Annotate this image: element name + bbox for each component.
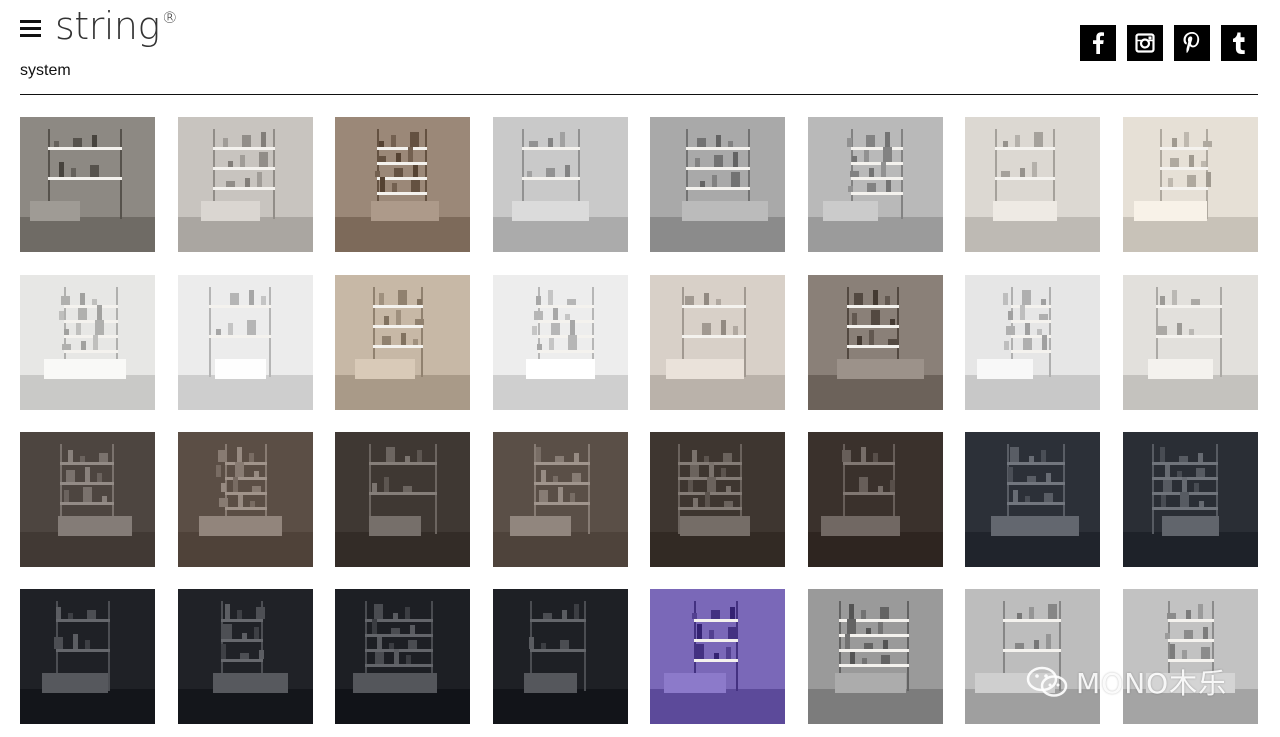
gallery-tile-black-shelves-hooks[interactable] [493, 589, 628, 724]
gallery-photo [808, 432, 943, 567]
logo-text: string [55, 4, 160, 48]
gallery-photo [20, 589, 155, 724]
gallery-photo [965, 117, 1100, 252]
gallery-photo [965, 432, 1100, 567]
tumblr-icon [1233, 32, 1245, 54]
gallery-photo [335, 117, 470, 252]
instagram-icon [1135, 33, 1155, 53]
gallery-tile-navy-wall-plant[interactable] [965, 432, 1100, 567]
instagram-button[interactable] [1127, 25, 1163, 61]
gallery-photo [335, 432, 470, 567]
gallery-photo [808, 589, 943, 724]
gallery-tile-kitchen-pegboard-pans[interactable] [493, 117, 628, 252]
gallery-tile-purple-wall-bike[interactable] [650, 589, 785, 724]
gallery-photo [178, 589, 313, 724]
gallery-tile-lamp-concrete-wall-2[interactable] [1123, 589, 1258, 724]
gallery-tile-drawer-leather-tray[interactable] [965, 275, 1100, 410]
facebook-icon [1093, 32, 1104, 54]
gallery-tile-white-cabinet-vases[interactable] [178, 432, 313, 567]
gallery-tile-desk-chair-dark[interactable] [650, 432, 785, 567]
header-divider [20, 94, 1258, 95]
gallery-tile-animal-figurines[interactable] [1123, 275, 1258, 410]
gallery-tile-dark-cabinet-books[interactable] [335, 117, 470, 252]
gallery-tile-white-hallway-chair[interactable] [20, 275, 155, 410]
gallery-tile-black-wall-shelves[interactable] [20, 589, 155, 724]
gallery-tile-black-shelves-boxes[interactable] [335, 589, 470, 724]
page-subtitle: system [20, 62, 71, 79]
gallery-photo [965, 589, 1100, 724]
gallery-tile-red-stool-shelves[interactable] [650, 275, 785, 410]
gallery-tile-black-tools-closeup[interactable] [178, 589, 313, 724]
gallery-tile-pots-closeup[interactable] [650, 117, 785, 252]
gallery-photo [808, 117, 943, 252]
gallery-photo [1123, 117, 1258, 252]
gallery-photo [493, 432, 628, 567]
gallery-tile-dark-wall-white-shelves[interactable] [20, 432, 155, 567]
gallery-photo [20, 432, 155, 567]
gallery-photo [1123, 432, 1258, 567]
gallery-photo [965, 275, 1100, 410]
gallery-tile-living-shelves-clock[interactable] [493, 432, 628, 567]
gallery-photo [650, 117, 785, 252]
gallery-photo [493, 275, 628, 410]
gallery-tile-jars-on-cabinet[interactable] [808, 432, 943, 567]
gallery-tile-wardrobe-clothes[interactable] [178, 275, 313, 410]
gallery-photo [493, 117, 628, 252]
gallery-photo [335, 589, 470, 724]
gallery-tile-white-desk-shelf[interactable] [965, 117, 1100, 252]
gallery-tile-pots-pegboard-spatula[interactable] [808, 117, 943, 252]
gallery-photo [178, 432, 313, 567]
gallery-photo [20, 117, 155, 252]
registered-mark: ® [161, 8, 178, 27]
pinterest-icon [1183, 32, 1200, 54]
gallery-tile-ceramic-vases-dark[interactable] [335, 432, 470, 567]
gallery-photo [650, 432, 785, 567]
gallery-tile-lamp-concrete-wall[interactable] [965, 589, 1100, 724]
site-header: string ® system [0, 0, 1280, 96]
gallery-tile-industrial-window-brick[interactable] [808, 275, 943, 410]
gallery-photo [20, 275, 155, 410]
gallery-photo [1123, 275, 1258, 410]
gallery-tile-concrete-bike-shelves[interactable] [808, 589, 943, 724]
gallery-tile-loft-windows-low-cabinets[interactable] [20, 117, 155, 252]
hamburger-menu-icon[interactable] [20, 20, 41, 37]
site-logo[interactable]: string ® [55, 4, 178, 48]
gallery-tile-navy-desk-magazine[interactable] [1123, 432, 1258, 567]
facebook-button[interactable] [1080, 25, 1116, 61]
gallery-photo [178, 117, 313, 252]
gallery-photo [493, 589, 628, 724]
gallery-photo [650, 589, 785, 724]
gallery-tile-kids-room-shelves[interactable] [1123, 117, 1258, 252]
gallery-tile-window-shelf-books[interactable] [178, 117, 313, 252]
gallery-tile-shoe-shelf-bag[interactable] [335, 275, 470, 410]
gallery-photo [178, 275, 313, 410]
gallery-photo [650, 275, 785, 410]
gallery-photo [808, 275, 943, 410]
gallery-tile-wardrobe-bag-coat[interactable] [493, 275, 628, 410]
gallery-photo [1123, 589, 1258, 724]
pinterest-button[interactable] [1174, 25, 1210, 61]
gallery-photo [335, 275, 470, 410]
tumblr-button[interactable] [1221, 25, 1257, 61]
